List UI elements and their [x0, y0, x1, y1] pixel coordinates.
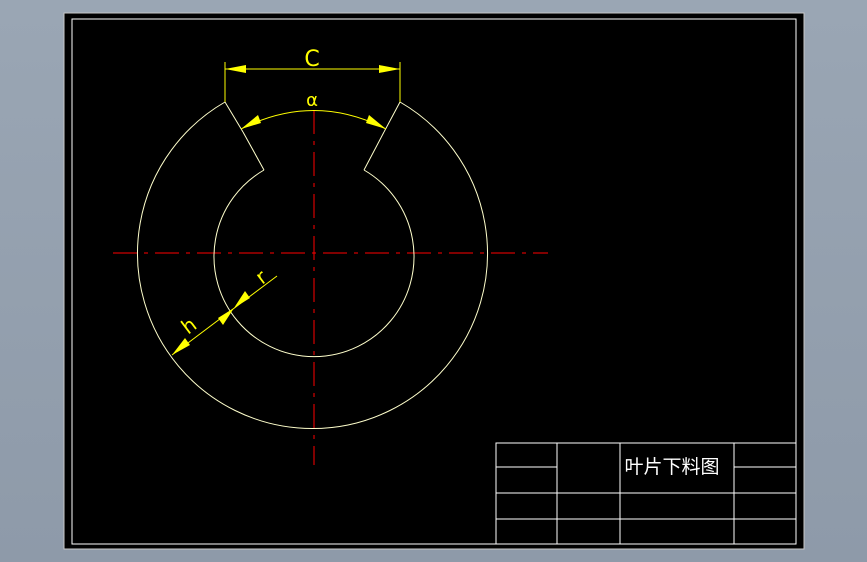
dimension-c-label: C — [304, 47, 319, 72]
dimension-angle-label: α — [306, 90, 318, 111]
drawing-title: 叶片下料图 — [624, 456, 719, 478]
cad-drawing-canvas: C α r h 叶片下料图 — [63, 12, 805, 550]
